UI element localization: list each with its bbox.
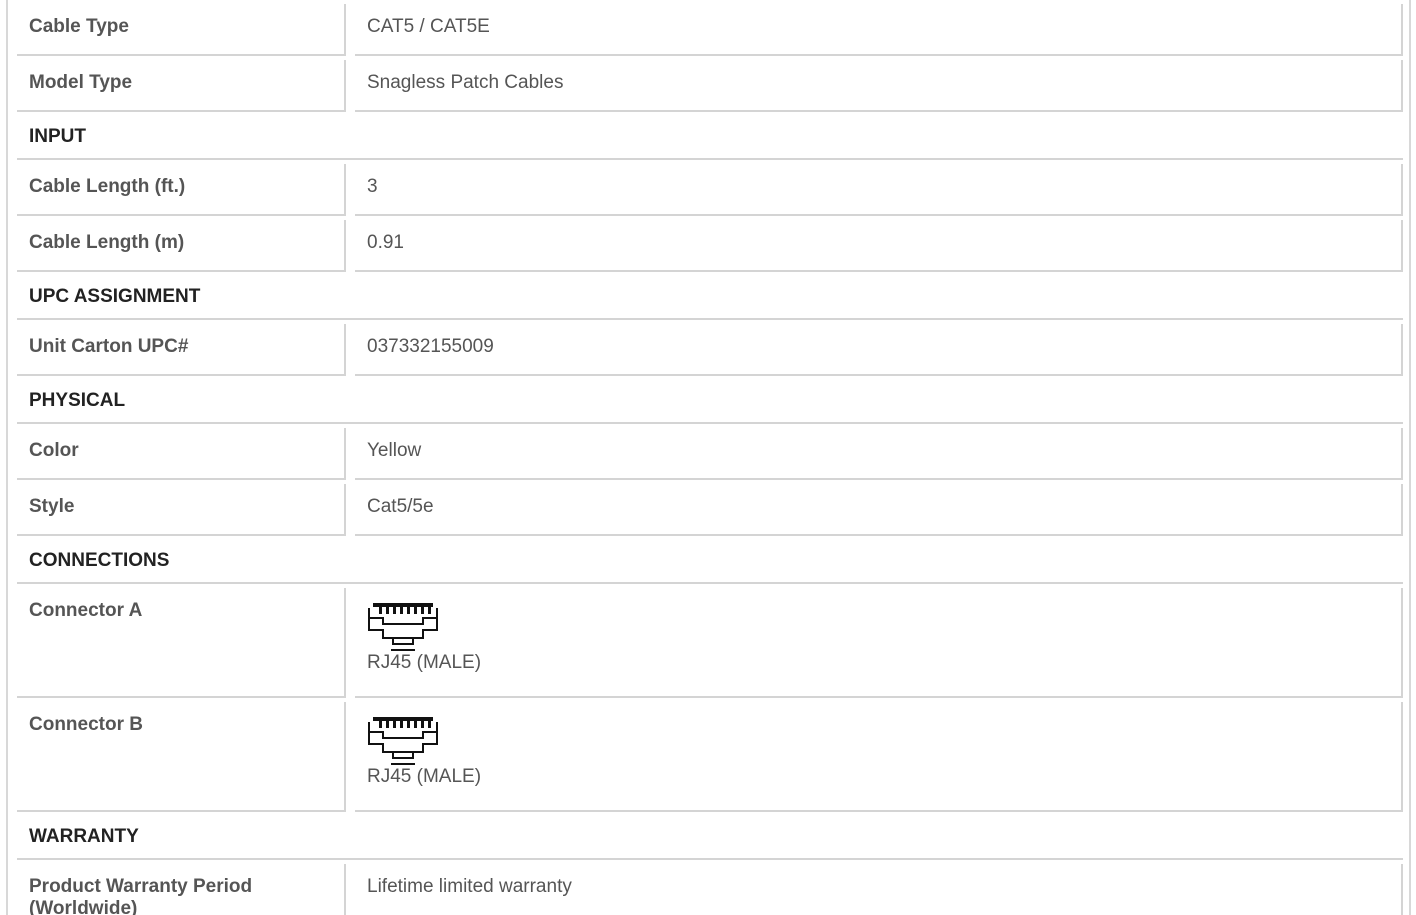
spec-row-warranty-period: Product Warranty Period (Worldwide) Life… — [17, 864, 1403, 915]
specifications-table: Cable Type CAT5 / CAT5E Model Type Snagl… — [17, 4, 1403, 915]
spec-label: Cable Length (m) — [17, 220, 346, 272]
spec-value-connector: RJ45 (MALE) — [355, 702, 1403, 812]
left-divider — [6, 0, 8, 915]
spec-label: Cable Length (ft.) — [17, 164, 346, 216]
spec-row-cable-length-ft: Cable Length (ft.) 3 — [17, 164, 1403, 216]
connector-a-type: RJ45 (MALE) — [367, 652, 482, 673]
spec-value: 0.91 — [355, 220, 1403, 272]
section-heading-connections: CONNECTIONS — [17, 540, 1403, 584]
section-heading-upc-assignment: UPC ASSIGNMENT — [17, 276, 1403, 320]
spec-value: 3 — [355, 164, 1403, 216]
rj45-connector-icon — [368, 603, 438, 651]
spec-label: Unit Carton UPC# — [17, 324, 346, 376]
spec-row-cable-length-m: Cable Length (m) 0.91 — [17, 220, 1403, 272]
spec-value: Yellow — [355, 428, 1403, 480]
spec-label: Cable Type — [17, 4, 346, 56]
spec-label: Connector A — [17, 588, 346, 698]
spec-row-connector-a: Connector A RJ45 (MALE) — [17, 588, 1403, 698]
spec-row-model-type: Model Type Snagless Patch Cables — [17, 60, 1403, 112]
spec-value-connector: RJ45 (MALE) — [355, 588, 1403, 698]
spec-sheet-page: Cable Type CAT5 / CAT5E Model Type Snagl… — [0, 0, 1416, 915]
spec-value: Lifetime limited warranty — [355, 864, 1403, 915]
spec-label: Style — [17, 484, 346, 536]
spec-value: Cat5/5e — [355, 484, 1403, 536]
spec-value: Snagless Patch Cables — [355, 60, 1403, 112]
section-heading-warranty: WARRANTY — [17, 816, 1403, 860]
rj45-connector-icon — [368, 717, 438, 765]
spec-row-unit-carton-upc: Unit Carton UPC# 037332155009 — [17, 324, 1403, 376]
spec-value: CAT5 / CAT5E — [355, 4, 1403, 56]
spec-row-color: Color Yellow — [17, 428, 1403, 480]
section-heading-physical: PHYSICAL — [17, 380, 1403, 424]
spec-row-style: Style Cat5/5e — [17, 484, 1403, 536]
connector-b-type: RJ45 (MALE) — [367, 766, 482, 787]
spec-label: Product Warranty Period (Worldwide) — [17, 864, 346, 915]
spec-row-cable-type: Cable Type CAT5 / CAT5E — [17, 4, 1403, 56]
right-divider — [1409, 0, 1411, 915]
spec-label: Connector B — [17, 702, 346, 812]
spec-value: 037332155009 — [355, 324, 1403, 376]
spec-row-connector-b: Connector B RJ45 (MALE) — [17, 702, 1403, 812]
section-heading-input: INPUT — [17, 116, 1403, 160]
spec-label: Color — [17, 428, 346, 480]
spec-label: Model Type — [17, 60, 346, 112]
